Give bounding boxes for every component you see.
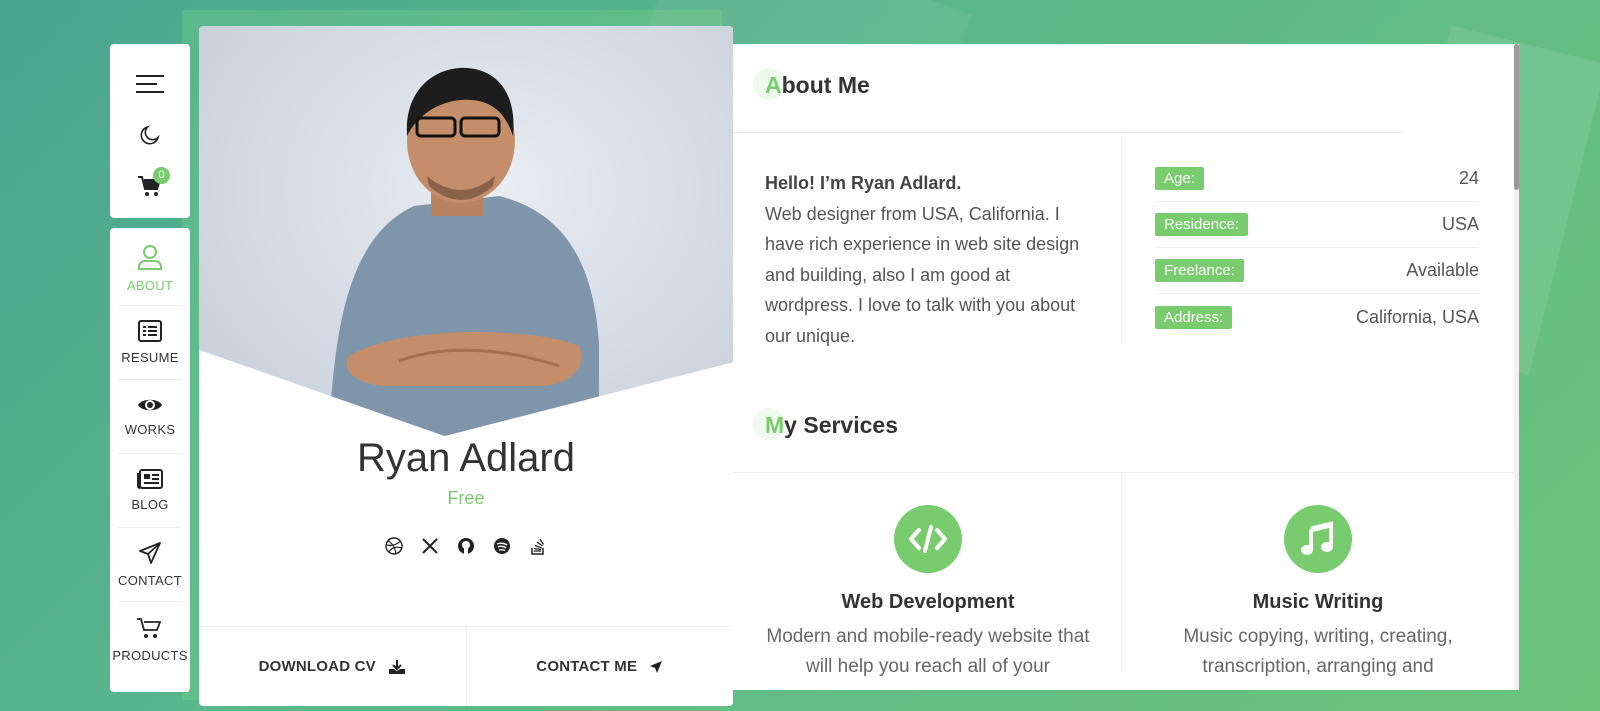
github-icon[interactable] (456, 536, 476, 556)
nav-item-label: WORKS (124, 422, 176, 437)
info-value: 24 (1458, 168, 1479, 188)
services-section-title: My Services (753, 408, 898, 440)
service-card: Web Development Modern and mobile-ready … (733, 505, 1123, 682)
info-label: Age: (1155, 167, 1204, 190)
info-label: Freelance: (1155, 259, 1244, 282)
stackoverflow-icon[interactable] (528, 536, 548, 556)
info-value: Available (1406, 260, 1479, 280)
info-row-age: Age: 24 (1155, 156, 1479, 202)
main-scrollbar[interactable] (1514, 44, 1519, 690)
dribbble-icon[interactable] (384, 536, 404, 556)
scrollbar-thumb[interactable] (1514, 44, 1519, 190)
contact-me-button[interactable]: CONTACT ME (467, 627, 734, 706)
nav-item-about[interactable]: ABOUT (118, 232, 182, 306)
divider (733, 132, 1403, 133)
divider (1121, 132, 1122, 342)
info-row-residence: Residence: USA (1155, 202, 1479, 248)
about-description: Web designer from USA, California. I hav… (765, 203, 1080, 346)
user-icon (138, 245, 162, 270)
services-title-first-letter: M (765, 412, 785, 438)
moon-icon (140, 125, 160, 145)
download-icon (388, 659, 405, 674)
service-card: Music Writing Music copying, writing, cr… (1123, 505, 1513, 682)
spotify-icon[interactable] (492, 536, 512, 556)
service-description: Music copying, writing, creating, transc… (1183, 626, 1453, 677)
nav-item-blog[interactable]: BLOG (118, 454, 182, 528)
person-illustration (329, 67, 599, 436)
divider (733, 472, 1514, 473)
nav-item-label: PRODUCTS (112, 647, 188, 663)
top-tools-panel: 0 (110, 44, 190, 218)
info-value: California, USA (1355, 306, 1479, 327)
cart-icon (137, 617, 162, 638)
list-icon (138, 320, 162, 342)
service-icon-badge (894, 505, 962, 573)
profile-actions: DOWNLOAD CV CONTACT ME (199, 626, 733, 706)
info-row-freelance: Freelance: Available (1155, 248, 1479, 294)
download-cv-label: DOWNLOAD CV (258, 658, 376, 675)
cart-count-badge: 0 (153, 166, 170, 184)
nav-item-products[interactable]: PRODUCTS (112, 602, 187, 676)
download-cv-button[interactable]: DOWNLOAD CV (199, 627, 467, 706)
nav-item-label: CONTACT (118, 573, 182, 588)
info-row-address: Address: California, USA (1155, 294, 1479, 340)
service-icon-badge (1284, 505, 1352, 573)
music-note-icon (1301, 521, 1333, 555)
nav-item-label: RESUME (121, 350, 179, 365)
services-title-rest: y Services (784, 412, 898, 438)
send-icon (139, 542, 161, 564)
service-title: Web Development (841, 591, 1015, 613)
x-icon[interactable] (420, 536, 440, 556)
send-icon (650, 660, 663, 673)
about-section-title: About Me (753, 68, 870, 100)
service-description: Modern and mobile-ready website that wil… (766, 626, 1090, 677)
hamburger-icon (136, 74, 164, 93)
info-label: Residence: (1155, 213, 1249, 236)
service-title: Music Writing (1252, 591, 1384, 613)
main-nav: ABOUT RESUME WORKS BLOG CONTACT PRODUCTS (110, 228, 190, 692)
cart-button[interactable]: 0 (130, 166, 170, 206)
main-content[interactable]: About Me Hello! I’m Ryan Adlard. Web des… (733, 44, 1519, 690)
nav-item-resume[interactable]: RESUME (118, 306, 182, 380)
nav-item-works[interactable]: WORKS (118, 380, 182, 454)
contact-me-label: CONTACT ME (536, 658, 638, 675)
profile-card: Ryan Adlard Free DOWNLOAD CV CONTACT ME (199, 26, 733, 706)
nav-item-label: BLOG (131, 497, 169, 512)
newspaper-icon (137, 469, 163, 489)
about-bio: Hello! I’m Ryan Adlard. Web designer fro… (765, 168, 1095, 351)
nav-item-label: ABOUT (126, 278, 174, 293)
nav-item-contact[interactable]: CONTACT (118, 528, 182, 602)
profile-status: Free (447, 488, 485, 508)
about-title-first-letter: A (765, 72, 782, 98)
about-greeting: Hello! I’m Ryan Adlard. (765, 173, 962, 193)
info-label: Address: (1155, 305, 1233, 329)
code-icon (909, 525, 947, 553)
social-links (199, 536, 733, 556)
eye-icon (138, 399, 162, 411)
menu-button[interactable] (130, 64, 170, 103)
about-title-rest: bout Me (781, 72, 870, 98)
dark-mode-toggle[interactable] (130, 115, 170, 154)
info-value: USA (1441, 214, 1479, 234)
profile-photo (199, 26, 733, 436)
profile-name: Ryan Adlard (357, 436, 575, 480)
